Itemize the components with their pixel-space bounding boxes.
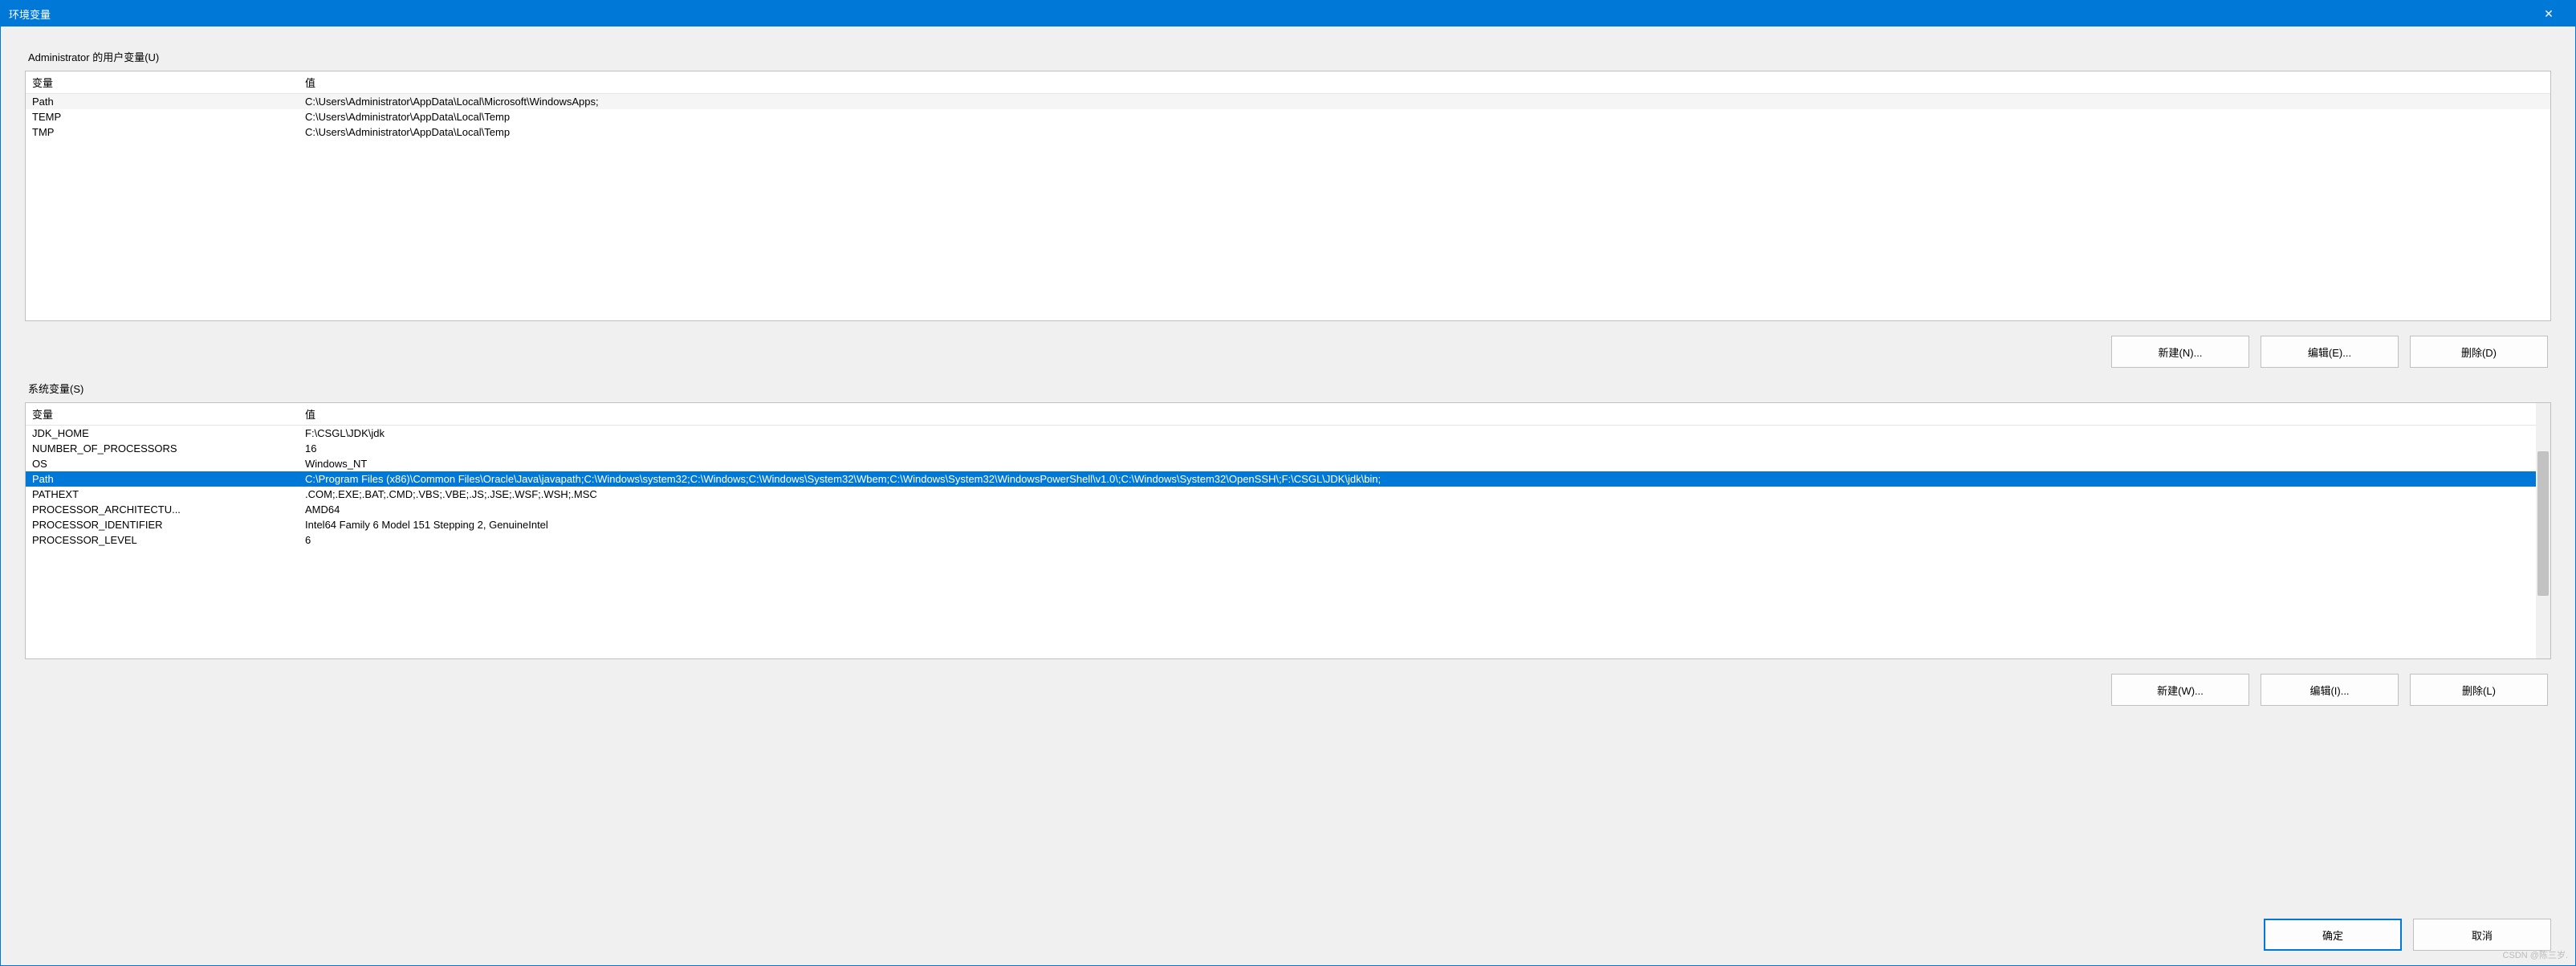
system-edit-button[interactable]: 编辑(I)...	[2261, 674, 2399, 706]
user-buttons: 新建(N)... 编辑(E)... 删除(D)	[25, 321, 2551, 373]
watermark: CSDN @陈三岁.	[2503, 948, 2568, 961]
cell-value: C:\Users\Administrator\AppData\Local\Mic…	[299, 94, 2550, 110]
sys-col-value[interactable]: 值	[299, 403, 2550, 426]
cell-value: .COM;.EXE;.BAT;.CMD;.VBS;.VBE;.JS;.JSE;.…	[299, 487, 2550, 502]
table-row[interactable]: JDK_HOME F:\CSGL\JDK\jdk	[26, 426, 2550, 442]
cell-value: C:\Users\Administrator\AppData\Local\Tem…	[299, 124, 2550, 140]
cell-name: NUMBER_OF_PROCESSORS	[26, 441, 299, 456]
system-scrollbar[interactable]	[2536, 403, 2550, 658]
table-row[interactable]: PROCESSOR_LEVEL 6	[26, 532, 2550, 548]
system-vars-table[interactable]: 变量 值 JDK_HOME F:\CSGL\JDK\jdk NUMBER_OF_…	[26, 403, 2550, 548]
user-vars-table[interactable]: 变量 值 Path C:\Users\Administrator\AppData…	[26, 71, 2550, 140]
system-new-button[interactable]: 新建(W)...	[2111, 674, 2249, 706]
close-icon[interactable]: ✕	[2530, 1, 2567, 26]
cell-name: Path	[26, 471, 299, 487]
user-col-value[interactable]: 值	[299, 71, 2550, 94]
cell-name: PROCESSOR_IDENTIFIER	[26, 517, 299, 532]
table-row[interactable]: PROCESSOR_IDENTIFIER Intel64 Family 6 Mo…	[26, 517, 2550, 532]
cell-value: 16	[299, 441, 2550, 456]
table-row[interactable]: TMP C:\Users\Administrator\AppData\Local…	[26, 124, 2550, 140]
cell-value: C:\Users\Administrator\AppData\Local\Tem…	[299, 109, 2550, 124]
cell-value: Windows_NT	[299, 456, 2550, 471]
system-buttons: 新建(W)... 编辑(I)... 删除(L)	[25, 659, 2551, 711]
cell-name: TEMP	[26, 109, 299, 124]
system-vars-label: 系统变量(S)	[25, 381, 2551, 396]
cell-value: AMD64	[299, 502, 2550, 517]
cell-name: PROCESSOR_ARCHITECTU...	[26, 502, 299, 517]
system-vars-table-wrap: 变量 值 JDK_HOME F:\CSGL\JDK\jdk NUMBER_OF_…	[25, 402, 2551, 659]
scrollbar-thumb[interactable]	[2537, 451, 2549, 596]
cell-value: Intel64 Family 6 Model 151 Stepping 2, G…	[299, 517, 2550, 532]
titlebar[interactable]: 环境变量 ✕	[1, 1, 2575, 26]
cell-value: 6	[299, 532, 2550, 548]
cancel-button[interactable]: 取消	[2413, 919, 2551, 951]
user-vars-table-wrap: 变量 值 Path C:\Users\Administrator\AppData…	[25, 71, 2551, 321]
ok-button[interactable]: 确定	[2264, 919, 2402, 951]
sys-col-name[interactable]: 变量	[26, 403, 299, 426]
cell-name: PROCESSOR_LEVEL	[26, 532, 299, 548]
env-variables-dialog: 环境变量 ✕ Administrator 的用户变量(U) 变量 值 Path …	[0, 0, 2576, 966]
user-vars-label: Administrator 的用户变量(U)	[25, 49, 2551, 64]
cell-name: PATHEXT	[26, 487, 299, 502]
table-row[interactable]: Path C:\Program Files (x86)\Common Files…	[26, 471, 2550, 487]
cell-name: OS	[26, 456, 299, 471]
table-row[interactable]: OS Windows_NT	[26, 456, 2550, 471]
user-edit-button[interactable]: 编辑(E)...	[2261, 336, 2399, 368]
table-row[interactable]: Path C:\Users\Administrator\AppData\Loca…	[26, 94, 2550, 110]
window-title: 环境变量	[9, 6, 2530, 22]
cell-name: JDK_HOME	[26, 426, 299, 442]
user-delete-button[interactable]: 删除(D)	[2410, 336, 2548, 368]
table-row[interactable]: PROCESSOR_ARCHITECTU... AMD64	[26, 502, 2550, 517]
cell-value: F:\CSGL\JDK\jdk	[299, 426, 2550, 442]
system-delete-button[interactable]: 删除(L)	[2410, 674, 2548, 706]
user-col-name[interactable]: 变量	[26, 71, 299, 94]
dialog-buttons: 确定 取消	[1, 904, 2575, 965]
table-row[interactable]: NUMBER_OF_PROCESSORS 16	[26, 441, 2550, 456]
table-row[interactable]: PATHEXT .COM;.EXE;.BAT;.CMD;.VBS;.VBE;.J…	[26, 487, 2550, 502]
dialog-content: Administrator 的用户变量(U) 变量 值 Path C:\User…	[1, 26, 2575, 904]
table-row[interactable]: TEMP C:\Users\Administrator\AppData\Loca…	[26, 109, 2550, 124]
cell-name: TMP	[26, 124, 299, 140]
user-new-button[interactable]: 新建(N)...	[2111, 336, 2249, 368]
cell-name: Path	[26, 94, 299, 110]
cell-value: C:\Program Files (x86)\Common Files\Orac…	[299, 471, 2550, 487]
